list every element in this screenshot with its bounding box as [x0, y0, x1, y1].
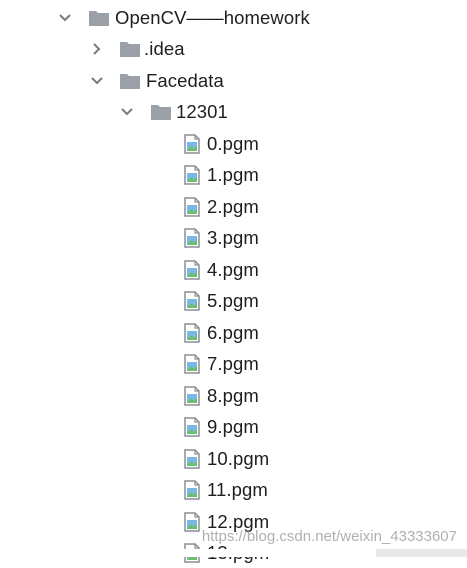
tree-node-facedata[interactable]: Facedata: [88, 68, 224, 94]
file-label: 0.pgm: [207, 133, 259, 154]
image-file-icon: [183, 197, 201, 217]
tree-node-label: .idea: [144, 38, 185, 59]
image-file-icon: [183, 291, 201, 311]
image-file-icon: [183, 512, 201, 532]
watermark-text: https://blog.csdn.net/weixin_43333607: [201, 528, 457, 545]
file-row[interactable]: 5.pgm: [183, 288, 259, 314]
tree-node-label: OpenCV——homework: [115, 7, 310, 28]
file-row[interactable]: 7.pgm: [183, 351, 259, 377]
tree-node-12301[interactable]: 12301: [118, 99, 228, 125]
tree-node-label: 12301: [176, 101, 228, 122]
chevron-right-icon[interactable]: [88, 40, 106, 58]
file-label: 2.pgm: [207, 196, 259, 217]
image-file-icon: [183, 386, 201, 406]
file-label: 8.pgm: [207, 385, 259, 406]
image-file-icon: [183, 323, 201, 343]
image-file-icon: [183, 228, 201, 248]
image-file-icon: [183, 134, 201, 154]
file-row[interactable]: 1.pgm: [183, 162, 259, 188]
file-row[interactable]: 9.pgm: [183, 414, 259, 440]
file-row[interactable]: 11.pgm: [183, 477, 268, 503]
folder-icon: [88, 9, 110, 27]
image-file-icon: [183, 165, 201, 185]
chevron-down-icon[interactable]: [118, 103, 136, 121]
file-row[interactable]: 2.pgm: [183, 194, 259, 220]
tree-node-label: Facedata: [146, 70, 224, 91]
folder-icon: [150, 103, 172, 121]
file-label: 1.pgm: [207, 164, 259, 185]
file-row[interactable]: 6.pgm: [183, 320, 259, 346]
file-label: 9.pgm: [207, 416, 259, 437]
file-label: 4.pgm: [207, 259, 259, 280]
file-label: 6.pgm: [207, 322, 259, 343]
image-file-icon: [183, 354, 201, 374]
image-file-icon: [183, 449, 201, 469]
file-row[interactable]: 4.pgm: [183, 257, 259, 283]
file-row[interactable]: 8.pgm: [183, 383, 259, 409]
file-label: 5.pgm: [207, 290, 259, 311]
tree-node-idea[interactable]: .idea: [88, 36, 185, 62]
image-file-icon: [183, 260, 201, 280]
folder-icon: [119, 40, 141, 58]
tree-node-root[interactable]: OpenCV——homework: [56, 5, 310, 31]
file-row[interactable]: 0.pgm: [183, 131, 259, 157]
horizontal-scrollbar[interactable]: [0, 549, 467, 557]
folder-icon: [119, 72, 141, 90]
file-row[interactable]: 10.pgm: [183, 446, 269, 472]
image-file-icon: [183, 417, 201, 437]
scrollbar-thumb[interactable]: [0, 549, 376, 557]
chevron-down-icon[interactable]: [56, 9, 74, 27]
image-file-icon: [183, 480, 201, 500]
file-label: 7.pgm: [207, 353, 259, 374]
file-label: 3.pgm: [207, 227, 259, 248]
file-label: 10.pgm: [207, 448, 270, 469]
project-tree: OpenCV——homework .idea Facedata 12301 0.…: [0, 0, 467, 563]
file-label: 11.pgm: [207, 479, 268, 500]
file-row[interactable]: 3.pgm: [183, 225, 259, 251]
chevron-down-icon[interactable]: [88, 72, 106, 90]
